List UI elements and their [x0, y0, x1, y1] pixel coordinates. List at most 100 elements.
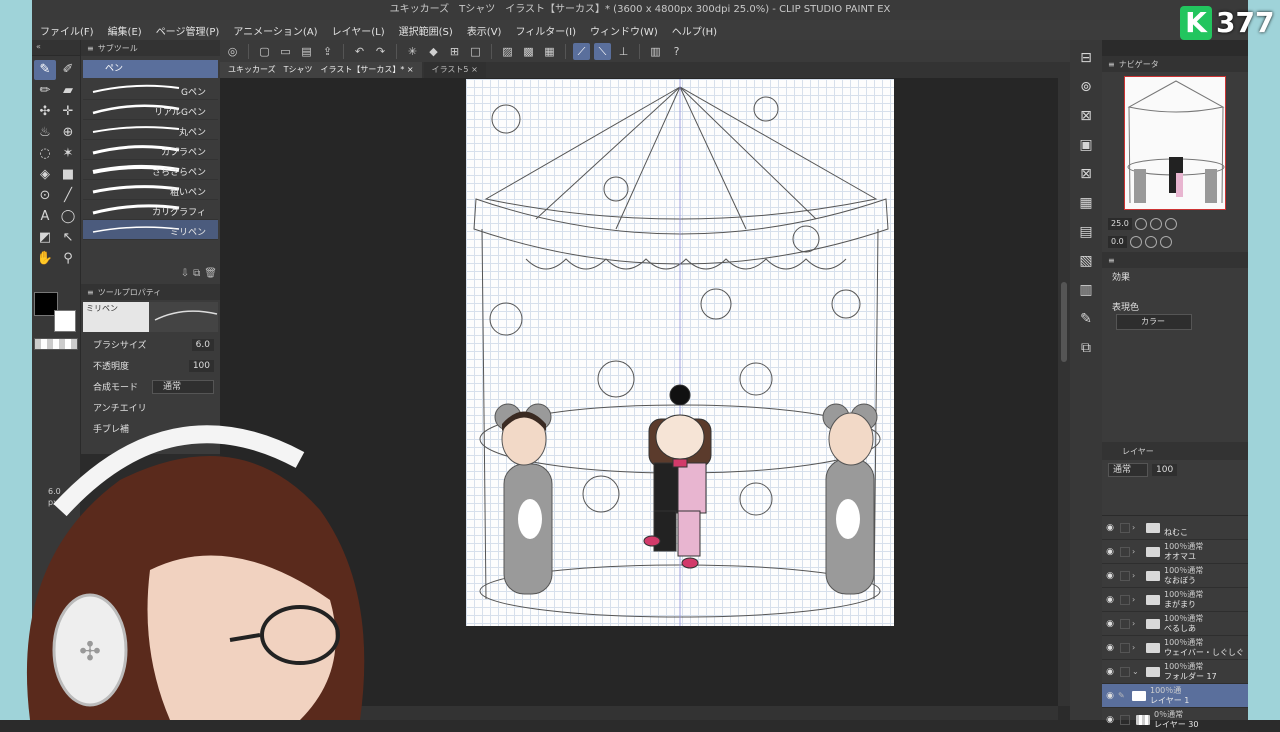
export-icon[interactable]: ⇪: [319, 43, 336, 60]
layer-row[interactable]: ◉ › 100％通常 なおぼう: [1102, 564, 1248, 588]
redo-icon[interactable]: ↷: [372, 43, 389, 60]
import-icon[interactable]: ⇩: [181, 268, 189, 284]
save-icon[interactable]: ▤: [298, 43, 315, 60]
menu-icon[interactable]: ≡: [87, 44, 94, 53]
pen-tool-icon[interactable]: ✎: [34, 60, 56, 80]
subtool-group-tab[interactable]: ペン: [83, 60, 218, 78]
layer-row[interactable]: ◉ › 100％通常 まがまり: [1102, 588, 1248, 612]
scroll-thumb[interactable]: [1061, 282, 1067, 362]
layer-lock-checkbox[interactable]: [1120, 666, 1130, 677]
blend-mode-dropdown[interactable]: 通常: [152, 379, 214, 394]
layer-lock-checkbox[interactable]: [1120, 546, 1130, 557]
rotate-left-icon[interactable]: [1129, 236, 1142, 248]
sub-color-swatch[interactable]: [54, 310, 76, 332]
fill-icon[interactable]: ◆: [425, 43, 442, 60]
menu-view[interactable]: 表示(V): [467, 23, 502, 38]
fill-tool-icon[interactable]: ◈: [34, 165, 56, 185]
menu-help[interactable]: ヘルプ(H): [672, 23, 717, 38]
canvas-icon[interactable]: □: [467, 43, 484, 60]
pencil-tool-icon[interactable]: ✐: [57, 60, 79, 80]
frame-tool-icon[interactable]: ◩: [34, 228, 56, 248]
snap-ruler-icon[interactable]: ⟋: [573, 42, 590, 60]
menu-edit[interactable]: 編集(E): [108, 23, 142, 38]
new-file-icon[interactable]: ▢: [256, 43, 273, 60]
magic-wand-icon[interactable]: ✶: [57, 144, 79, 164]
expand-icon[interactable]: ›: [1132, 643, 1142, 652]
brush-item[interactable]: カブラペン: [83, 140, 218, 160]
navigator-thumbnail[interactable]: [1124, 76, 1226, 210]
vertical-scrollbar[interactable]: [1058, 62, 1070, 706]
menu-icon[interactable]: ≡: [1108, 256, 1115, 265]
navigator-icon[interactable]: ⊟: [1075, 47, 1097, 69]
layer-lock-checkbox[interactable]: [1120, 618, 1130, 629]
layer-lock-checkbox[interactable]: [1120, 570, 1130, 581]
clear-outside-icon[interactable]: ▩: [520, 43, 537, 60]
auto-action-icon[interactable]: ⧉: [1075, 337, 1097, 359]
brush-tool-icon[interactable]: ✏: [34, 81, 56, 101]
eraser-tool-icon[interactable]: ▰: [57, 81, 79, 101]
collapse-icon[interactable]: ⌄: [1132, 667, 1142, 676]
copy-icon[interactable]: ⧉: [193, 268, 200, 284]
loading-icon[interactable]: ✳: [404, 43, 421, 60]
layer-row[interactable]: ◉ › 100％通常 ウェイバー・しぐしぐ: [1102, 636, 1248, 660]
brush-item[interactable]: リアルGペン: [83, 100, 218, 120]
brush-size-value[interactable]: 6.0: [191, 338, 214, 351]
transparent-color-swatch[interactable]: [34, 338, 78, 350]
undo-icon[interactable]: ↶: [351, 43, 368, 60]
clear-icon[interactable]: ▨: [499, 43, 516, 60]
object-tool-icon[interactable]: ↖: [57, 228, 79, 248]
drawing-canvas[interactable]: [466, 79, 894, 626]
eyedropper-tool-icon[interactable]: ⚲: [57, 249, 79, 269]
collapse-icon[interactable]: «: [36, 42, 41, 53]
layer-row[interactable]: ◉ ⌄ 100％通常 フォルダー 17: [1102, 660, 1248, 684]
menu-icon[interactable]: ≡: [87, 288, 94, 297]
menu-selection[interactable]: 選択範囲(S): [399, 23, 453, 38]
document-icon[interactable]: ▥: [647, 43, 664, 60]
layer-row[interactable]: ◉ › ねむこ: [1102, 516, 1248, 540]
layer-lock-checkbox[interactable]: [1120, 522, 1130, 533]
expand-icon[interactable]: ›: [1132, 619, 1142, 628]
zoom-out-icon[interactable]: [1149, 218, 1162, 230]
rotate-right-icon[interactable]: [1144, 236, 1157, 248]
opacity-row[interactable]: 不透明度 100: [81, 355, 220, 376]
history-icon[interactable]: ▤: [1075, 221, 1097, 243]
blend-mode-row[interactable]: 合成モード 通常: [81, 376, 220, 397]
decoration-tool-icon[interactable]: ✣: [34, 102, 56, 122]
lasso-tool-icon[interactable]: ◌: [34, 144, 56, 164]
brush-item[interactable]: 丸ペン: [83, 120, 218, 140]
rotation-value[interactable]: 0.0: [1108, 236, 1127, 248]
snap-special-ruler-icon[interactable]: ⟍: [594, 42, 611, 60]
eye-icon[interactable]: ◉: [1102, 571, 1118, 581]
shape-tool-icon[interactable]: ◯: [57, 207, 79, 227]
brush-item[interactable]: 粗いペン: [83, 180, 218, 200]
brush-item-selected[interactable]: ミリペン: [83, 220, 218, 240]
document-tab-active[interactable]: ユキッカーズ Tシャツ イラスト【サーカス】* ×: [220, 62, 422, 78]
eye-icon[interactable]: ◉: [1102, 691, 1118, 701]
document-tab[interactable]: イラスト5 ×: [423, 62, 486, 78]
fit-icon[interactable]: [1164, 218, 1177, 230]
eye-icon[interactable]: ◉: [1102, 619, 1118, 629]
close-icon[interactable]: ×: [407, 65, 414, 74]
move-tool-icon[interactable]: ✛: [57, 102, 79, 122]
menu-file[interactable]: ファイル(F): [40, 23, 94, 38]
layer-move-icon[interactable]: ⊕: [57, 123, 79, 143]
select-all-icon[interactable]: ▦: [541, 43, 558, 60]
color-icon[interactable]: ▣: [1075, 134, 1097, 156]
grid-material-icon[interactable]: ▦: [1075, 192, 1097, 214]
layer-opacity-value[interactable]: 100: [1152, 464, 1178, 476]
close-icon[interactable]: ×: [471, 65, 478, 74]
expand-icon[interactable]: ›: [1132, 547, 1142, 556]
snap-grid-icon[interactable]: ⊥: [615, 43, 632, 60]
text-tool-icon[interactable]: A: [34, 207, 56, 227]
timeline-icon[interactable]: ▧: [1075, 250, 1097, 272]
line-tool-icon[interactable]: ╱: [57, 186, 79, 206]
layer-row-selected[interactable]: ◉ ✎ 100％通 レイヤー 1: [1102, 684, 1248, 708]
expression-color-dropdown[interactable]: カラー: [1116, 314, 1192, 330]
material-icon[interactable]: ⊠: [1075, 105, 1097, 127]
menu-window[interactable]: ウィンドウ(W): [590, 23, 658, 38]
brush-item[interactable]: Gペン: [83, 80, 218, 100]
expand-icon[interactable]: ›: [1132, 571, 1142, 580]
page-icon[interactable]: ▥: [1075, 279, 1097, 301]
layer-row[interactable]: ◉ › 100％通常 べるしあ: [1102, 612, 1248, 636]
expand-icon[interactable]: ›: [1132, 523, 1142, 532]
